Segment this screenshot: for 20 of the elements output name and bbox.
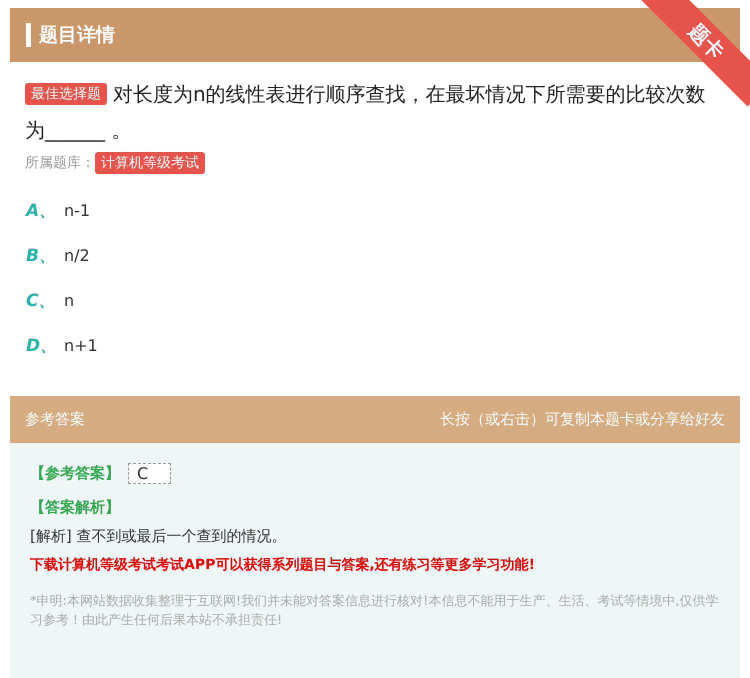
disclaimer-text: *申明:本网站数据收集整理于互联网!我们并未能对答案信息进行核对!本信息不能用于生产、生活、考试等情境中,仅供学习参考！由此产生任何后果本站不承担责任!: [30, 593, 720, 630]
option-letter: D、: [26, 335, 58, 357]
bank-label: 所属题库：: [25, 154, 95, 172]
analysis-label: 【答案解析】: [30, 498, 121, 517]
option-letter: B、: [26, 245, 57, 267]
answer-value: C: [128, 463, 172, 484]
answer-label: 【参考答案】: [30, 464, 120, 483]
option-text: n-1: [64, 201, 90, 220]
share-hint: 长按（或右击）可复制本题卡或分享给好友: [440, 410, 725, 429]
option-letter: C、: [26, 290, 56, 312]
header-title: 题目详情: [39, 23, 115, 48]
option-letter: A、: [26, 200, 58, 222]
answer-bar-title: 参考答案: [25, 410, 85, 429]
analysis-text: [解析] 查不到或最后一个查到的情况。: [30, 527, 288, 546]
promo-text: 下载计算机等级考试考试APP可以获得系列题目与答案,还有练习等更多学习功能!: [30, 556, 536, 574]
option-text: n/2: [64, 246, 90, 265]
bank-tag[interactable]: 计算机等级考试: [95, 152, 205, 174]
title-marker: [26, 23, 31, 47]
option-text: n: [64, 291, 74, 310]
option-text: n+1: [64, 336, 98, 355]
